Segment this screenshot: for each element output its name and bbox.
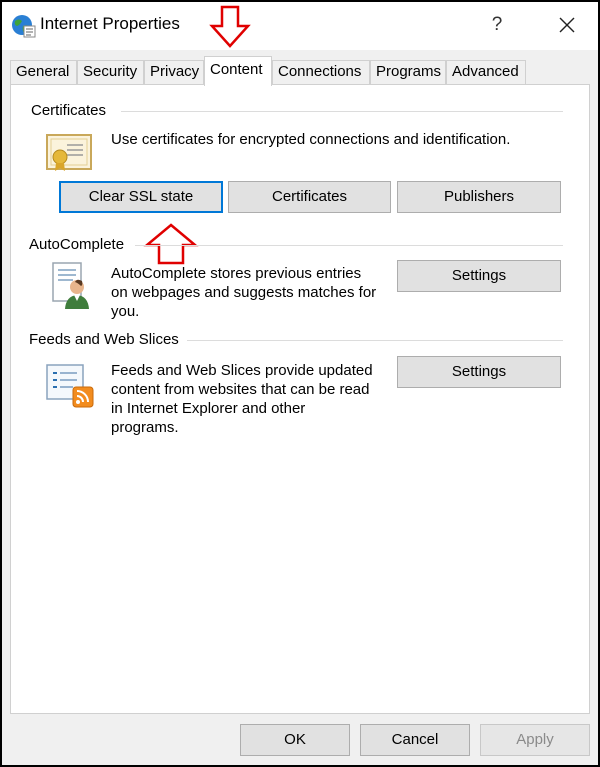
certificates-description: Use certificates for encrypted connectio… (111, 131, 511, 148)
tab-strip: General Security Privacy Content Connect… (10, 56, 590, 86)
ok-button[interactable]: OK (240, 724, 350, 756)
tab-security[interactable]: Security (77, 60, 144, 84)
tab-content[interactable]: Content (204, 56, 272, 86)
rss-feed-icon (46, 364, 94, 408)
tab-general[interactable]: General (10, 60, 77, 84)
close-button[interactable] (550, 10, 584, 40)
certificate-icon (46, 134, 92, 171)
title-bar[interactable]: Internet Properties ? (2, 2, 598, 50)
clear-ssl-state-button[interactable]: Clear SSL state (59, 181, 223, 213)
autocomplete-settings-button[interactable]: Settings (397, 260, 561, 292)
feeds-description-line4: programs. (111, 419, 179, 436)
feeds-group-title: Feeds and Web Slices (29, 331, 185, 348)
internet-globe-icon (12, 15, 36, 38)
autocomplete-divider (135, 245, 563, 246)
certificates-group-title: Certificates (31, 102, 113, 119)
publishers-button[interactable]: Publishers (397, 181, 561, 213)
autocomplete-group-title: AutoComplete (29, 236, 131, 253)
autocomplete-description-line1: AutoComplete stores previous entries (111, 265, 362, 282)
certificates-button[interactable]: Certificates (228, 181, 391, 213)
tab-connections[interactable]: Connections (272, 60, 370, 84)
tab-programs[interactable]: Programs (370, 60, 446, 84)
feeds-settings-button[interactable]: Settings (397, 356, 561, 388)
tab-advanced[interactable]: Advanced (446, 60, 526, 84)
close-icon (559, 17, 575, 33)
annotation-arrow-down-icon (209, 5, 251, 48)
window-title: Internet Properties (40, 14, 180, 33)
tab-privacy[interactable]: Privacy (144, 60, 204, 84)
feeds-description-line3: in Internet Explorer and other (111, 400, 306, 417)
annotation-arrow-up-icon (143, 223, 199, 265)
autocomplete-description-line3: you. (111, 303, 140, 320)
feeds-description-line1: Feeds and Web Slices provide updated (111, 362, 373, 379)
apply-button[interactable]: Apply (480, 724, 590, 756)
feeds-divider (187, 340, 563, 341)
autocomplete-description-line2: on webpages and suggests matches for (111, 284, 377, 301)
autocomplete-user-icon (52, 262, 89, 309)
certificates-divider (121, 111, 563, 112)
help-button[interactable]: ? (482, 10, 512, 40)
internet-properties-dialog: Internet Properties ? General Security P… (0, 0, 600, 767)
feeds-description-line2: content from websites that can be read (111, 381, 370, 398)
content-tab-panel: Certificates Use certificates for encryp… (10, 84, 590, 714)
cancel-button[interactable]: Cancel (360, 724, 470, 756)
